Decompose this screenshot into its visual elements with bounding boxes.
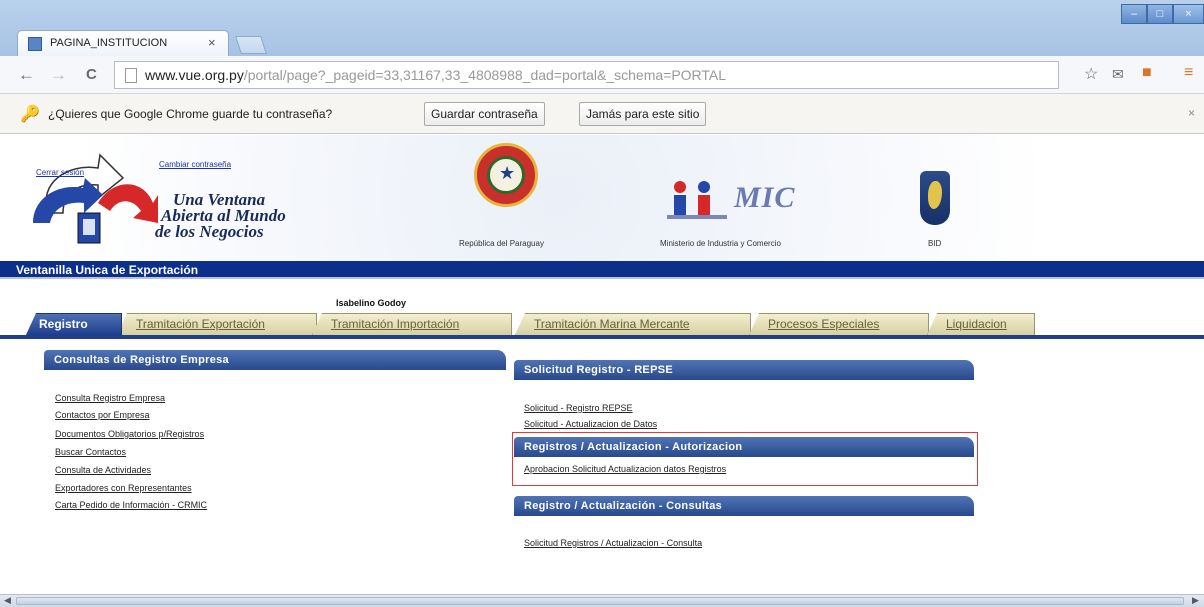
browser-tab[interactable]: PAGINA_INSTITUCION ×: [17, 30, 229, 57]
main-tabs: Registro Tramitación Exportación Tramita…: [0, 313, 1204, 335]
tab-tramitacion-importacion[interactable]: Tramitación Importación: [312, 313, 512, 335]
scroll-thumb[interactable]: [16, 597, 1184, 605]
extension-icon[interactable]: ✉: [1112, 66, 1124, 83]
key-icon: 🔑: [20, 106, 40, 123]
star-icon[interactable]: ☆: [1084, 64, 1098, 84]
panel-consultas-title: Registro / Actualización - Consultas: [514, 496, 974, 516]
change-password-link[interactable]: Cambiar contraseña: [159, 160, 231, 169]
tab-tramitacion-marina-mercante[interactable]: Tramitación Marina Mercante: [515, 313, 751, 335]
back-arrow-icon[interactable]: ←: [18, 65, 35, 85]
close-window-button[interactable]: ×: [1173, 4, 1204, 24]
tab-procesos-especiales[interactable]: Procesos Especiales: [749, 313, 929, 335]
link-documentos-obligatorios[interactable]: Documentos Obligatorios p/Registros: [55, 429, 204, 439]
infobar-close-icon[interactable]: ×: [1188, 106, 1195, 120]
link-exportadores-representantes[interactable]: Exportadores con Representantes: [55, 483, 192, 493]
link-solicitud-registros-consulta[interactable]: Solicitud Registros / Actualizacion - Co…: [524, 538, 702, 548]
link-solicitud-actualizacion-datos[interactable]: Solicitud - Actualizacion de Datos: [524, 419, 657, 429]
logout-link[interactable]: Cerrar sesión: [36, 168, 84, 177]
tab-liquidacion[interactable]: Liquidacion: [927, 313, 1035, 335]
mic-logo: MIC: [662, 175, 820, 223]
site-title: Ventanilla Unica de Exportación: [16, 263, 199, 277]
slogan-line-3: de los Negocios: [155, 222, 264, 241]
page-icon: [125, 68, 137, 83]
horizontal-scrollbar[interactable]: ◀ ▶: [0, 594, 1204, 607]
panel-solicitud-repse-title: Solicitud Registro - REPSE: [514, 360, 974, 380]
page-favicon-icon: [28, 37, 42, 51]
extension-badge-icon[interactable]: ■: [1142, 64, 1152, 82]
link-solicitud-registro-repse[interactable]: Solicitud - Registro REPSE: [524, 403, 633, 413]
tab-tramitacion-exportacion[interactable]: Tramitación Exportación: [117, 313, 317, 335]
mic-caption: Ministerio de Industria y Comercio: [660, 239, 781, 248]
link-aprobacion-solicitud[interactable]: Aprobacion Solicitud Actualizacion datos…: [524, 464, 726, 474]
panel-autorizacion-title: Registros / Actualizacion - Autorizacion: [514, 437, 974, 457]
url-path: /portal/page?_pageid=33,31167,33_4808988…: [243, 67, 727, 83]
maximize-button[interactable]: □: [1147, 4, 1173, 24]
mic-figures-icon: [667, 181, 727, 219]
tab-title: PAGINA_INSTITUCION: [50, 37, 168, 49]
forward-arrow-icon[interactable]: →: [50, 65, 67, 85]
reload-icon[interactable]: C: [86, 66, 97, 83]
scroll-right-icon[interactable]: ▶: [1192, 595, 1199, 606]
minimize-button[interactable]: –: [1121, 4, 1147, 24]
link-buscar-contactos[interactable]: Buscar Contactos: [55, 447, 126, 457]
mic-logo-text: MIC: [734, 181, 796, 214]
link-contactos-por-empresa[interactable]: Contactos por Empresa: [55, 410, 150, 420]
link-consulta-registro-empresa[interactable]: Consulta Registro Empresa: [55, 393, 165, 403]
new-tab-button[interactable]: [235, 36, 267, 54]
url-host: www.vue.org.py: [145, 67, 244, 83]
browser-titlebar: PAGINA_INSTITUCION × – □ ×: [0, 0, 1204, 57]
url-text: www.vue.org.py/portal/page?_pageid=33,31…: [145, 67, 726, 83]
panel-consultas-registro-title: Consultas de Registro Empresa: [44, 350, 506, 370]
password-infobar: 🔑 ¿Quieres que Google Chrome guarde tu c…: [0, 94, 1204, 134]
tab-close-icon[interactable]: ×: [208, 35, 216, 50]
scroll-left-icon[interactable]: ◀: [4, 595, 11, 606]
vue-slogan: Una Ventana Abierta al Mundo de los Nego…: [155, 191, 286, 241]
address-bar[interactable]: www.vue.org.py/portal/page?_pageid=33,31…: [114, 61, 1059, 89]
bid-logo-icon: [920, 171, 950, 225]
bid-caption: BID: [928, 239, 942, 248]
paraguay-seal-icon: ★: [474, 143, 538, 207]
vue-arrows-logo: [33, 153, 158, 244]
save-password-button[interactable]: Guardar contraseña: [424, 102, 545, 126]
site-title-bar: Ventanilla Unica de Exportación: [0, 261, 1204, 279]
paraguay-caption: República del Paraguay: [459, 239, 544, 248]
user-name: Isabelino Godoy: [336, 298, 407, 308]
menu-icon[interactable]: ≡: [1184, 64, 1193, 82]
infobar-message: ¿Quieres que Google Chrome guarde tu con…: [48, 107, 333, 121]
site-banner: Una Ventana Abierta al Mundo de los Nego…: [0, 135, 1204, 261]
link-consulta-actividades[interactable]: Consulta de Actividades: [55, 465, 151, 475]
tabs-underline: [0, 335, 1204, 339]
never-save-button[interactable]: Jamás para este sitio: [579, 102, 707, 126]
link-carta-pedido-informacion[interactable]: Carta Pedido de Información - CRMIC: [55, 500, 207, 510]
tab-registro[interactable]: Registro: [26, 313, 122, 335]
